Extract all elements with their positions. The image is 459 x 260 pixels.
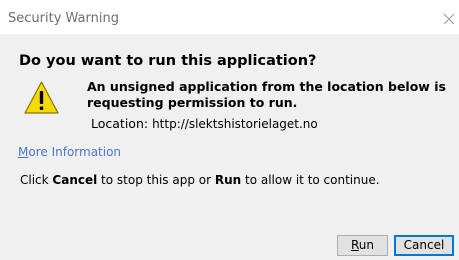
more-info-label: ore Information [28,145,122,159]
instruction-run: Run [214,173,242,187]
warning-icon [24,81,59,114]
dialog-question: Do you want to run this application? [19,53,317,69]
location-line: Location: http://slektshistorielaget.no [91,116,318,131]
run-label: un [358,238,375,252]
location-value: http://slektshistorielaget.no [152,117,318,131]
instruction-cancel: Cancel [52,173,98,187]
instruction-part3: to allow it to continue. [241,173,380,187]
run-button[interactable]: Run [337,235,388,256]
title-bar: Security Warning [0,0,459,34]
dialog-description: An unsigned application from the locatio… [87,79,446,110]
window-title: Security Warning [8,11,119,26]
instruction-text: Click Cancel to stop this app or Run to … [20,173,380,187]
location-label: Location: [91,116,149,131]
more-info-accesskey: M [18,145,29,159]
more-information-link[interactable]: More Information [18,145,121,159]
close-icon[interactable] [442,12,456,26]
dialog-content: Do you want to run this application? An … [0,34,459,230]
run-accesskey: R [350,238,359,252]
cancel-button[interactable]: Cancel [394,235,454,256]
instruction-part1: Click [20,173,53,187]
security-warning-dialog: Security Warning Do you want to run this… [0,0,459,260]
instruction-part2: to stop this app or [97,173,215,187]
